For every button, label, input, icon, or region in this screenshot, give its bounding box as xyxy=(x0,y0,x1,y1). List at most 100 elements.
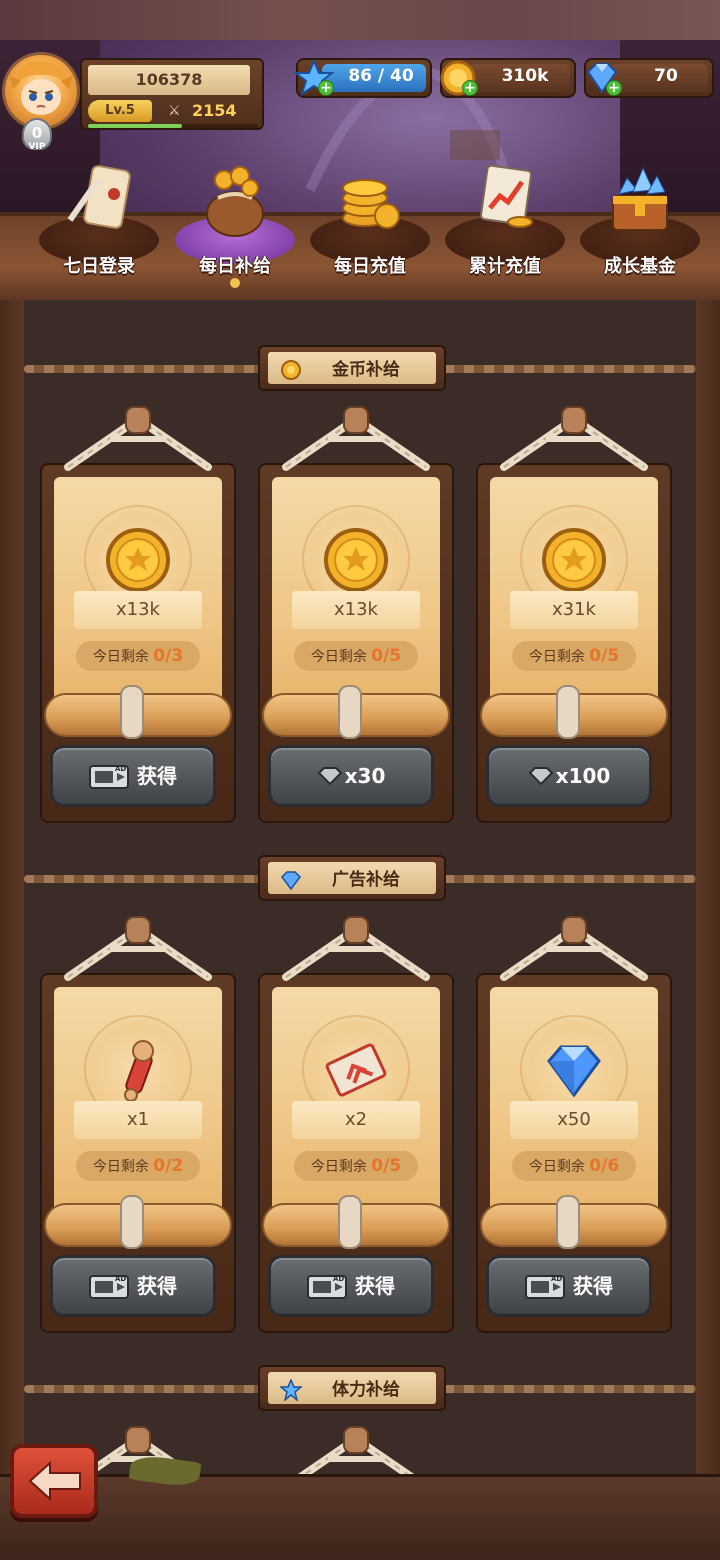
stamina-value: 86 / 40 xyxy=(348,66,414,86)
button-label: 获得 xyxy=(573,1274,613,1298)
remaining-count: 今日剩余 0/5 xyxy=(294,641,418,671)
tab-seven-day-login[interactable]: 七日登录 xyxy=(34,160,164,290)
add-stamina-icon[interactable]: + xyxy=(318,80,334,96)
section-title: 体力补给 xyxy=(258,1365,446,1411)
gem-purchase-button[interactable]: x30 xyxy=(268,745,434,807)
section-title-text: 金币补给 xyxy=(332,360,400,380)
remaining-value: 0/2 xyxy=(153,1156,184,1176)
gold-coin-icon xyxy=(321,525,391,595)
supply-card: x13k 今日剩余 0/3 AD 获得 xyxy=(40,405,236,825)
watch-ad-button[interactable]: AD 获得 xyxy=(50,745,216,807)
ticket-icon xyxy=(321,1035,391,1105)
bottom-bar xyxy=(0,1474,720,1560)
rope-hanger xyxy=(60,915,216,985)
back-arrow-icon xyxy=(28,1460,81,1502)
add-gold-icon[interactable]: + xyxy=(462,80,478,96)
section-title-text: 体力补给 xyxy=(332,1380,400,1400)
chart-clipboard-icon xyxy=(479,164,533,228)
vip-label: VIP xyxy=(28,142,46,152)
button-label: 获得 xyxy=(137,1274,177,1298)
button-label: 获得 xyxy=(355,1274,395,1298)
tab-daily-supply[interactable]: 每日补给 xyxy=(170,160,300,290)
remaining-label: 今日剩余 xyxy=(310,1159,367,1175)
remaining-label: 今日剩余 xyxy=(92,1159,149,1175)
watch-ad-button[interactable]: AD 获得 xyxy=(486,1255,652,1317)
tab-label: 每日充值 xyxy=(334,256,406,277)
gem-counter[interactable]: + 70 xyxy=(584,58,714,98)
svg-text:AD: AD xyxy=(115,1275,126,1283)
remaining-count: 今日剩余 0/5 xyxy=(294,1151,418,1181)
remaining-value: 0/5 xyxy=(371,646,402,666)
remaining-count: 今日剩余 0/3 xyxy=(76,641,200,671)
xp-bar xyxy=(88,124,258,128)
supply-card: x2 今日剩余 0/5 AD 获得 xyxy=(258,915,454,1335)
player-nameplate: 106378 Lv.5 ⚔ 2154 xyxy=(80,58,264,130)
svg-text:AD: AD xyxy=(551,1275,562,1283)
reward-quantity: x13k xyxy=(74,591,202,629)
status-bar xyxy=(0,0,720,40)
remaining-label: 今日剩余 xyxy=(528,1159,585,1175)
scroll-knot xyxy=(338,1195,362,1249)
reward-quantity: x50 xyxy=(510,1101,638,1139)
scroll-rod-icon xyxy=(103,1035,173,1105)
add-gem-icon[interactable]: + xyxy=(606,80,622,96)
supply-card: x50 今日剩余 0/6 AD 获得 xyxy=(476,915,672,1335)
section-title-text: 广告补给 xyxy=(332,870,400,890)
scroll-knot xyxy=(556,1195,580,1249)
remaining-value: 0/3 xyxy=(153,646,184,666)
rope-hanger xyxy=(496,405,652,475)
ad-video-icon: AD xyxy=(89,764,129,789)
button-label: x30 xyxy=(344,764,386,788)
section-title: 金币补给 xyxy=(258,345,446,391)
gold-counter[interactable]: + 310k xyxy=(440,58,576,98)
section-title: 广告补给 xyxy=(258,855,446,901)
supply-card: x31k 今日剩余 0/5 x100 xyxy=(476,405,672,825)
rope-hanger xyxy=(496,915,652,985)
reward-quantity: x1 xyxy=(74,1101,202,1139)
ad-video-icon: AD xyxy=(89,1274,129,1299)
player-id: 106378 xyxy=(88,65,250,95)
ad-video-icon: AD xyxy=(307,1274,347,1299)
remaining-count: 今日剩余 0/6 xyxy=(512,1151,636,1181)
watch-ad-button[interactable]: AD 获得 xyxy=(50,1255,216,1317)
gem-icon xyxy=(317,766,343,785)
remaining-label: 今日剩余 xyxy=(92,649,149,665)
player-level: Lv.5 xyxy=(88,100,152,122)
scroll-knot xyxy=(120,1195,144,1249)
ad-video-icon: AD xyxy=(525,1274,565,1299)
xp-fill xyxy=(88,124,182,128)
rope-hanger xyxy=(278,915,434,985)
button-label: x100 xyxy=(555,764,611,788)
supply-card: x1 今日剩余 0/2 AD 获得 xyxy=(40,915,236,1335)
gem-value: 70 xyxy=(654,66,678,86)
blue-gem-icon xyxy=(539,1035,609,1105)
reward-quantity: x2 xyxy=(292,1101,420,1139)
stamina-counter[interactable]: + 86 / 40 xyxy=(294,58,432,98)
supply-card: x13k 今日剩余 0/5 x30 xyxy=(258,405,454,825)
remaining-count: 今日剩余 0/2 xyxy=(76,1151,200,1181)
scroll-quill-icon xyxy=(67,165,131,229)
watch-ad-button[interactable]: AD 获得 xyxy=(268,1255,434,1317)
remaining-count: 今日剩余 0/5 xyxy=(512,641,636,671)
remaining-value: 0/5 xyxy=(371,1156,402,1176)
tab-daily-recharge[interactable]: 每日充值 xyxy=(305,160,435,290)
gold-coin-icon xyxy=(539,525,609,595)
back-button[interactable] xyxy=(10,1444,98,1518)
remaining-value: 0/5 xyxy=(589,646,620,666)
tab-label: 七日登录 xyxy=(63,256,135,277)
tab-cumulative-recharge[interactable]: 累计充值 xyxy=(440,160,570,290)
remaining-value: 0/6 xyxy=(589,1156,620,1176)
tab-label: 累计充值 xyxy=(469,256,541,277)
tab-label: 每日补给 xyxy=(199,256,271,277)
tab-growth-fund[interactable]: 成长基金 xyxy=(575,160,705,290)
scroll-knot xyxy=(338,685,362,739)
scroll-knot xyxy=(556,685,580,739)
reward-quantity: x13k xyxy=(292,591,420,629)
vip-badge[interactable]: 0 VIP xyxy=(14,118,60,156)
gold-coin-icon xyxy=(103,525,173,595)
scroll-knot xyxy=(120,685,144,739)
remaining-label: 今日剩余 xyxy=(310,649,367,665)
combat-power: 2154 xyxy=(192,101,237,120)
gem-purchase-button[interactable]: x100 xyxy=(486,745,652,807)
reward-quantity: x31k xyxy=(510,591,638,629)
